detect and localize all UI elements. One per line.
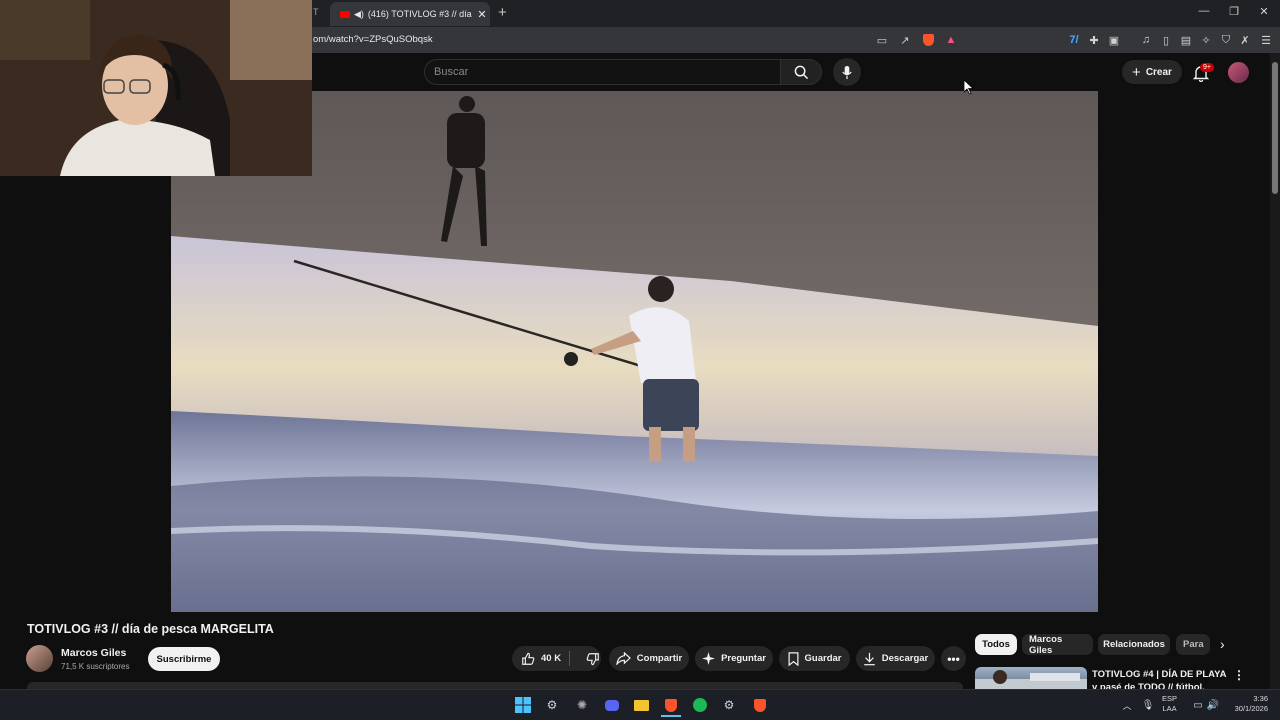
steam-icon[interactable]: ⚙ xyxy=(542,695,562,715)
like-dislike-group: 40 K xyxy=(512,646,601,671)
close-icon[interactable]: ✕ xyxy=(1254,5,1274,18)
menu-icon[interactable]: ☰ xyxy=(1258,32,1274,48)
brave-browser-icon[interactable] xyxy=(661,695,681,717)
clock-time: 3:36 xyxy=(1253,694,1268,703)
speaker-icon[interactable]: ◀) xyxy=(354,9,364,20)
like-button[interactable]: 40 K xyxy=(521,652,561,666)
steam-secondary-icon[interactable]: ⚙ xyxy=(719,695,739,715)
microphone-icon xyxy=(842,65,852,79)
recommendation-more-icon[interactable]: ⋮ xyxy=(1233,668,1245,682)
discord-icon[interactable] xyxy=(602,695,622,715)
brave-rewards-icon[interactable]: ▲ xyxy=(943,32,959,48)
restore-icon[interactable]: ❐ xyxy=(1224,5,1244,18)
chip-todos[interactable]: Todos xyxy=(975,634,1017,655)
extensions-icon[interactable]: ✚ xyxy=(1086,32,1102,48)
tab-active[interactable]: ◀) (416) TOTIVLOG #3 // día de ✕ xyxy=(330,2,490,26)
sparkle-icon xyxy=(702,652,716,665)
language-indicator[interactable]: ESP LAA xyxy=(1162,694,1177,714)
tray-microphone-icon[interactable]: 🎙 xyxy=(1138,695,1158,715)
search-placeholder: Buscar xyxy=(434,66,469,78)
save-button[interactable]: Guardar xyxy=(779,646,850,671)
channel-avatar[interactable] xyxy=(26,645,53,672)
dislike-button[interactable] xyxy=(586,652,600,666)
share-icon[interactable]: ↗ xyxy=(897,32,913,48)
search-input[interactable] xyxy=(424,59,780,85)
windows-start-icon[interactable] xyxy=(513,695,533,715)
recommendation-title[interactable]: TOTIVLOG #4 | DÍA DE PLAYA y pasé de TOD… xyxy=(1092,668,1232,689)
new-tab-button[interactable]: + xyxy=(498,4,507,21)
keyboard-layout: LAA xyxy=(1162,704,1177,713)
chatgpt-icon[interactable]: ✺ xyxy=(572,695,592,715)
thumbs-up-icon xyxy=(522,652,535,665)
volume-icon[interactable]: 🔊 xyxy=(1203,695,1223,715)
chip-relacionados[interactable]: Relacionados xyxy=(1098,634,1170,655)
tools-icon[interactable]: ✗ xyxy=(1237,32,1253,48)
share-label: Compartir xyxy=(636,653,683,664)
voice-search-button[interactable] xyxy=(833,58,861,86)
scrollbar-thumb[interactable] xyxy=(1272,62,1278,194)
webcam-overlay xyxy=(0,0,312,176)
wallet-icon[interactable]: ▤ xyxy=(1178,32,1194,48)
clock-date: 30/1/2026 xyxy=(1234,704,1268,713)
vpn-shield-icon[interactable]: ⛉ xyxy=(1218,32,1234,48)
ask-label: Preguntar xyxy=(721,653,766,664)
webcam-scene xyxy=(0,0,312,176)
more-actions-button[interactable]: ••• xyxy=(941,646,966,671)
like-count: 40 K xyxy=(541,653,562,664)
tab-partial-label[interactable]: T xyxy=(313,7,319,17)
mouse-cursor-icon xyxy=(964,80,974,95)
create-button[interactable]: + Crear xyxy=(1122,60,1182,84)
url-field[interactable]: om/watch?v=ZPsQuSObqsk xyxy=(313,34,433,45)
system-clock[interactable]: 3:36 30/1/2026 xyxy=(1228,694,1268,714)
plus-icon: + xyxy=(1132,63,1141,81)
download-icon xyxy=(864,652,875,665)
chip-para[interactable]: Para xyxy=(1176,634,1210,655)
download-label: Descargar xyxy=(881,653,929,664)
tab-title: (416) TOTIVLOG #3 // día de xyxy=(367,9,474,19)
subscriber-count: 71,5 K suscriptores xyxy=(61,662,130,671)
recommendation-thumbnail-image xyxy=(975,670,1087,689)
channel-name[interactable]: Marcos Giles xyxy=(61,647,126,659)
cast-icon[interactable]: ▭ xyxy=(874,32,890,48)
tray-chevron-up-icon[interactable]: ︿ xyxy=(1117,695,1137,715)
chip-marcos-giles[interactable]: Marcos Giles xyxy=(1022,634,1093,656)
brave-shield-icon[interactable] xyxy=(920,32,936,48)
leo-ai-icon[interactable]: ✧ xyxy=(1198,32,1214,48)
language-code: ESP xyxy=(1162,694,1178,703)
save-label: Guardar xyxy=(804,653,842,664)
share-arrow-icon xyxy=(616,652,631,665)
create-label: Crear xyxy=(1145,66,1172,78)
youtube-favicon-icon xyxy=(340,10,350,18)
notification-count-badge: 9+ xyxy=(1200,63,1214,72)
download-button[interactable]: Descargar xyxy=(856,646,935,671)
spotify-icon[interactable] xyxy=(690,695,710,715)
tab-close-icon[interactable]: ✕ xyxy=(474,8,490,21)
share-button[interactable]: Compartir xyxy=(609,646,689,671)
subscribe-button[interactable]: Suscribirme xyxy=(148,647,220,671)
search-icon xyxy=(794,65,808,79)
bookmark-icon xyxy=(788,651,799,666)
thumbs-down-icon xyxy=(586,652,599,665)
recommendation-thumbnail[interactable] xyxy=(975,667,1087,689)
file-explorer-icon[interactable] xyxy=(631,695,651,715)
sidebar-icon[interactable]: ▯ xyxy=(1158,32,1174,48)
account-avatar[interactable] xyxy=(1228,62,1249,83)
chips-next-chevron-icon[interactable]: › xyxy=(1220,636,1225,652)
minimize-icon[interactable]: — xyxy=(1194,5,1214,17)
ask-button[interactable]: Preguntar xyxy=(695,646,773,671)
extension-box-icon[interactable]: ▣ xyxy=(1106,32,1122,48)
translate-extension-icon[interactable]: 7/ xyxy=(1066,32,1082,48)
video-title: TOTIVLOG #3 // día de pesca MARGELITA xyxy=(27,622,274,636)
description-box[interactable] xyxy=(27,682,963,689)
search-button[interactable] xyxy=(780,59,822,85)
like-divider xyxy=(569,651,570,666)
music-icon[interactable]: ♫ xyxy=(1138,32,1154,48)
brave-secondary-icon[interactable] xyxy=(750,695,770,715)
